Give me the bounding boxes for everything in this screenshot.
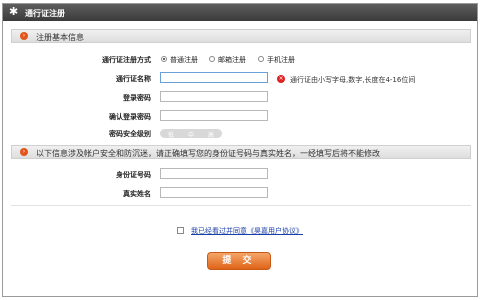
strength-high: 高	[207, 132, 214, 139]
section-basic-info: › 注册基本信息	[11, 29, 471, 43]
radio-mobile-label[interactable]: 手机注册	[267, 55, 295, 65]
radio-mobile[interactable]	[258, 56, 264, 62]
registration-panel: ✱ 通行证注册 › 注册基本信息 通行证注册方式 普通注册 邮箱注册 手机注册 …	[2, 3, 478, 297]
id-number-input[interactable]	[160, 168, 268, 179]
password-strength-meter: 低 中 高	[160, 129, 222, 139]
agreement-link[interactable]: 我已经看过并同意《昊嘉用户协议》	[191, 226, 303, 236]
error-icon: ×	[277, 75, 285, 83]
radio-normal-label[interactable]: 普通注册	[170, 55, 198, 65]
radio-normal[interactable]	[161, 56, 167, 62]
account-label: 通行证名称	[116, 75, 151, 83]
title-bar: ✱ 通行证注册	[3, 4, 477, 21]
id-number-label: 身份证号码	[116, 171, 151, 179]
section-title: 注册基本信息	[36, 33, 84, 42]
real-name-input[interactable]	[160, 187, 268, 198]
arrow-right-icon: ›	[20, 32, 28, 40]
agreement-checkbox[interactable]	[177, 227, 184, 234]
confirm-password-input[interactable]	[160, 110, 268, 121]
password-label: 登录密码	[123, 94, 151, 102]
radio-email[interactable]	[209, 56, 215, 62]
star-icon: ✱	[9, 5, 19, 18]
window-title: 通行证注册	[25, 9, 65, 18]
divider	[11, 205, 471, 206]
strength-medium: 中	[187, 132, 194, 139]
submit-button[interactable]: 提 交	[207, 252, 271, 270]
confirm-password-label: 确认登录密码	[109, 113, 151, 121]
radio-email-label[interactable]: 邮箱注册	[218, 55, 246, 65]
register-method-label: 通行证注册方式	[102, 56, 151, 64]
section-title: 以下信息涉及帐户安全和防沉迷，请正确填写您的身份证号码与真实姓名，一经填写后将不…	[36, 149, 380, 158]
strength-low: 低	[167, 132, 174, 139]
account-error: 通行证由小写字母,数字,长度在4-16位间	[290, 76, 416, 84]
strength-label: 密码安全级别	[109, 130, 151, 138]
section-identity: › 以下信息涉及帐户安全和防沉迷，请正确填写您的身份证号码与真实姓名，一经填写后…	[11, 145, 471, 159]
account-input[interactable]	[160, 72, 268, 83]
arrow-right-icon: ›	[20, 148, 28, 156]
real-name-label: 真实姓名	[123, 190, 151, 198]
password-input[interactable]	[160, 91, 268, 102]
